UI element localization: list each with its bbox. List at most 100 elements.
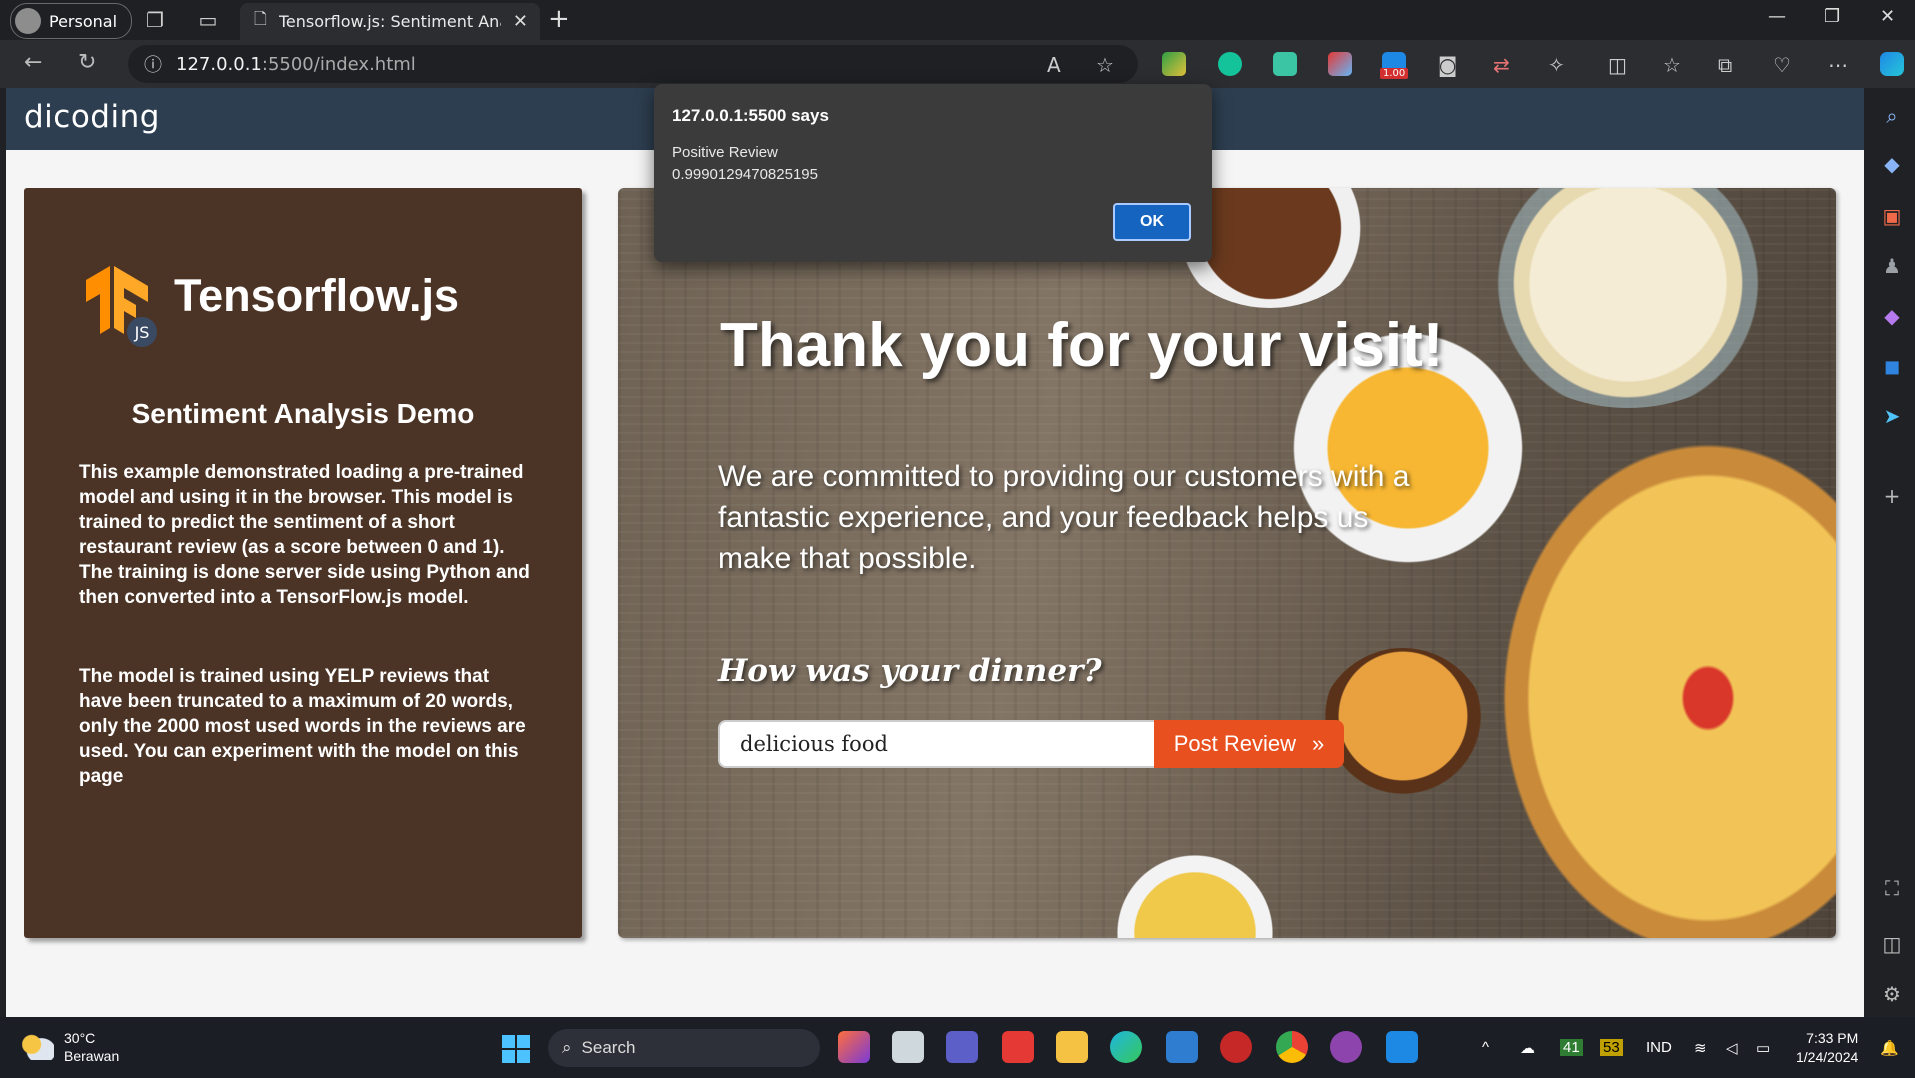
sidebar-send-icon[interactable]: ➤ — [1880, 404, 1904, 428]
url-path: :5500/index.html — [261, 53, 416, 75]
alert-result-label: Positive Review — [672, 144, 778, 161]
sidebar-office-icon[interactable]: ◆ — [1880, 304, 1904, 328]
extension-screenshot-icon[interactable] — [1273, 52, 1297, 76]
post-review-label: Post Review — [1173, 731, 1297, 756]
read-aloud-icon[interactable]: A — [1047, 53, 1061, 77]
camera-icon[interactable]: ◙ — [1438, 53, 1457, 77]
onedrive-cloud-icon[interactable]: ☁ — [1520, 1039, 1535, 1057]
back-icon[interactable]: ← — [24, 50, 42, 75]
extensions-puzzle-icon[interactable]: ✧ — [1548, 53, 1565, 77]
chrome-app-icon[interactable] — [1276, 1031, 1308, 1063]
sidebar-search-icon[interactable]: ⌕ — [1880, 104, 1904, 128]
partly-cloudy-icon — [22, 1034, 54, 1060]
battery-icon[interactable]: ▭ — [1756, 1039, 1770, 1057]
site-info-icon[interactable]: ⓘ — [144, 51, 162, 77]
restore-icon[interactable]: ❐ — [1824, 6, 1840, 27]
language-indicator[interactable]: IND — [1646, 1039, 1672, 1056]
hero-heading: Thank you for your visit! — [720, 311, 1444, 380]
split-screen-icon[interactable]: ◫ — [1608, 53, 1627, 77]
taskbar-search[interactable]: ⌕ Search — [548, 1029, 820, 1067]
file-explorer-icon[interactable] — [1056, 1031, 1088, 1063]
edge-app-icon[interactable] — [1110, 1031, 1142, 1063]
clock-time: 7:33 PM — [1806, 1030, 1859, 1046]
more-menu-icon[interactable]: ⋯ — [1828, 53, 1848, 77]
volume-muted-icon[interactable]: ◁ — [1726, 1039, 1738, 1057]
task-view-icon[interactable] — [892, 1031, 924, 1063]
active-tab[interactable]: 🗋 Tensorflow.js: Sentiment Analysis ✕ — [240, 3, 540, 40]
chevron-right-icon: » — [1312, 731, 1325, 756]
favorite-star-icon[interactable]: ☆ — [1096, 53, 1114, 77]
sidebar-add-icon[interactable]: + — [1880, 484, 1904, 508]
office-app-icon[interactable] — [1002, 1031, 1034, 1063]
sidebar-hide-icon[interactable]: ◫ — [1880, 932, 1904, 956]
alert-heading: 127.0.0.1:5500 says — [672, 106, 829, 125]
profile-label: Personal — [49, 11, 118, 31]
new-tab-icon[interactable]: + — [548, 4, 570, 34]
taskbar-search-label: Search — [581, 1038, 636, 1057]
sidebar-tools-icon[interactable]: ▣ — [1880, 204, 1904, 228]
windows-start-icon[interactable] — [502, 1035, 530, 1063]
sidebar-screenshot-icon[interactable]: ⛶ — [1880, 876, 1904, 900]
weather-widget[interactable]: 30°C Berawan — [22, 1029, 119, 1065]
workspaces-icon[interactable]: ❐ — [143, 8, 167, 32]
review-input[interactable] — [718, 720, 1154, 768]
translate-icon[interactable]: ⇄ — [1493, 53, 1510, 77]
teams-chat-icon[interactable] — [946, 1031, 978, 1063]
grammarly-icon[interactable] — [1218, 52, 1242, 76]
description-paragraph-2: The model is trained using YELP reviews … — [79, 666, 526, 787]
sidebar-shopping-icon[interactable]: ◆ — [1880, 152, 1904, 176]
close-tab-icon[interactable]: ✕ — [513, 11, 528, 32]
sidebar-settings-icon[interactable]: ⚙ — [1880, 982, 1904, 1006]
pizza-image — [1498, 438, 1836, 938]
review-question: How was your dinner? — [718, 653, 1102, 689]
temperature: 30°C — [64, 1030, 96, 1046]
security-app-icon[interactable] — [1220, 1031, 1252, 1063]
vscode-icon[interactable] — [1386, 1031, 1418, 1063]
tab-actions-icon[interactable]: ▭ — [196, 8, 220, 32]
tensorflow-logo-icon: JS — [86, 266, 157, 347]
wifi-icon[interactable]: ≋ — [1694, 1039, 1707, 1057]
chips-bowl-image — [1110, 848, 1280, 938]
address-field[interactable]: ⓘ 127.0.0.1:5500/index.html — [128, 45, 1138, 83]
weather-condition: Berawan — [64, 1048, 120, 1064]
alert-message: Positive Review 0.9990129470825195 — [672, 142, 818, 186]
browser-essentials-icon[interactable]: ♡ — [1773, 53, 1791, 77]
minimize-icon[interactable]: — — [1768, 6, 1786, 27]
url-host: 127.0.0.1 — [176, 53, 262, 75]
show-hidden-icons-icon[interactable]: ^ — [1482, 1039, 1489, 1056]
extension-globe-icon[interactable] — [1162, 52, 1186, 76]
clock-date: 1/24/2024 — [1796, 1049, 1859, 1065]
post-review-button[interactable]: Post Review » — [1154, 720, 1344, 768]
collections-icon[interactable]: ⧉ — [1718, 53, 1732, 77]
tray-counter-1[interactable]: 41 — [1560, 1039, 1583, 1056]
extension-color-icon[interactable] — [1328, 52, 1352, 76]
sidebar-outlook-icon[interactable]: ◼ — [1880, 354, 1904, 378]
github-desktop-icon[interactable] — [1330, 1031, 1362, 1063]
sidebar-games-icon[interactable]: ♟ — [1880, 254, 1904, 278]
alert-score: 0.9990129470825195 — [672, 166, 818, 183]
popcorn-bowl-image — [1478, 188, 1778, 408]
close-window-icon[interactable]: ✕ — [1880, 6, 1895, 27]
dicoding-logo[interactable]: dicoding — [24, 99, 160, 135]
refresh-icon[interactable]: ↻ — [78, 50, 96, 75]
system-clock[interactable]: 7:33 PM 1/24/2024 — [1796, 1029, 1858, 1067]
page-icon: 🗋 — [254, 9, 267, 28]
notifications-icon[interactable]: 🔔 — [1880, 1039, 1899, 1057]
mail-icon[interactable] — [1166, 1031, 1198, 1063]
alert-ok-button[interactable]: OK — [1113, 203, 1191, 241]
hero-panel: Thank you for your visit! We are committ… — [618, 188, 1836, 938]
windows-taskbar: 30°C Berawan ⌕ Search ^ ☁ 41 53 IND ≋ ◁ … — [0, 1017, 1915, 1078]
tab-title: Tensorflow.js: Sentiment Analysis — [278, 12, 501, 31]
tray-counter-2[interactable]: 53 — [1600, 1039, 1623, 1056]
copilot-icon[interactable] — [1880, 52, 1904, 76]
profile-button[interactable]: Personal — [10, 3, 133, 39]
tf-js-badge: JS — [134, 323, 150, 342]
search-icon: ⌕ — [562, 1038, 572, 1057]
favorites-icon[interactable]: ☆ — [1663, 53, 1681, 77]
browser-tab-bar: Personal ❐ ▭ 🗋 Tensorflow.js: Sentiment … — [0, 0, 1915, 40]
hero-text: We are committed to providing our custom… — [718, 460, 1410, 575]
info-card: JS Tensorflow.js Sentiment Analysis Demo… — [24, 188, 582, 938]
copilot-pre-app-icon[interactable] — [838, 1031, 870, 1063]
extension-speed-badge: 1.00 — [1380, 68, 1409, 79]
demo-title: Sentiment Analysis Demo — [131, 398, 475, 429]
